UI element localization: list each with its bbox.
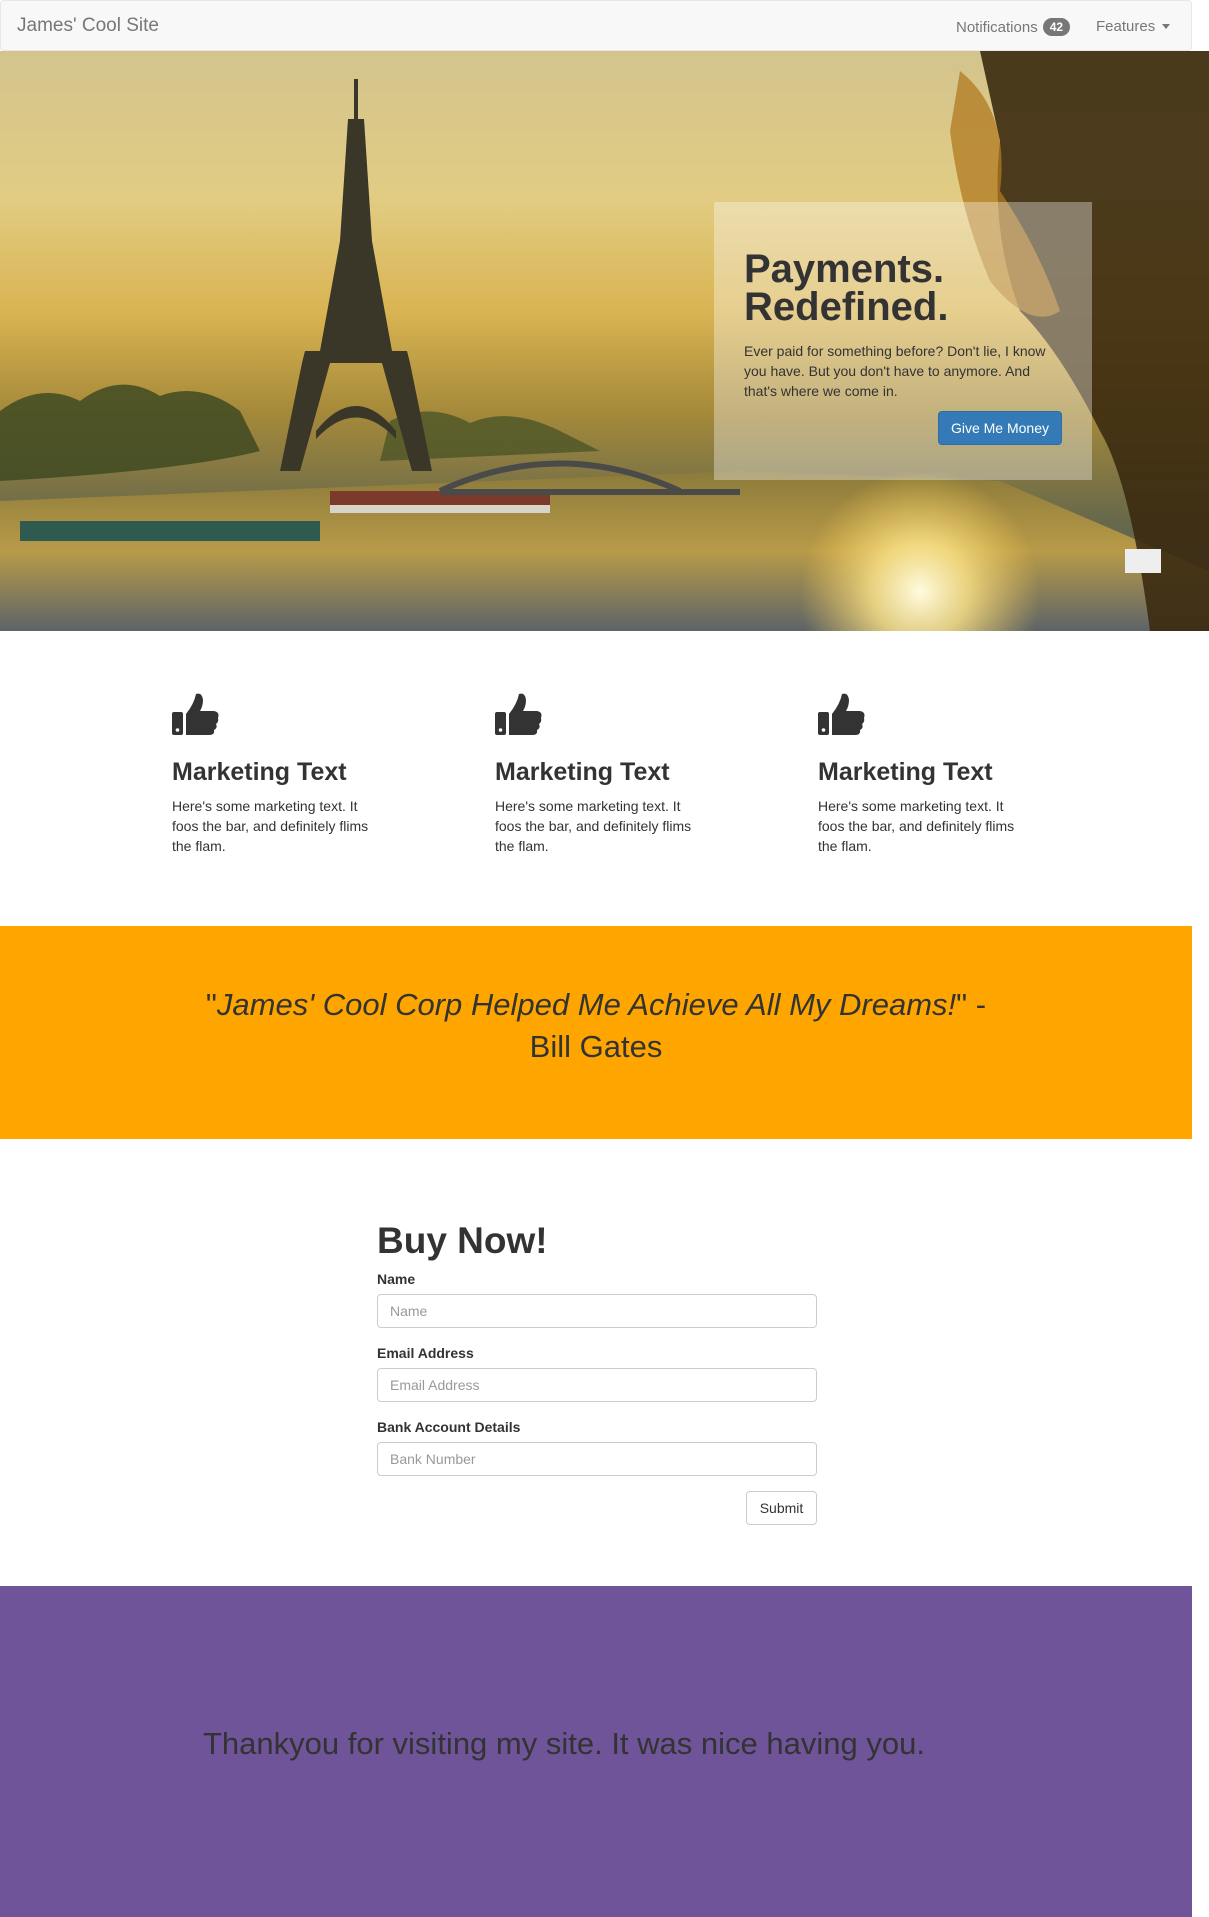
name-label: Name (377, 1271, 416, 1287)
email-input[interactable] (377, 1368, 817, 1402)
nav-features-dropdown[interactable]: Features (1096, 18, 1171, 35)
thumbs-up-icon (495, 693, 542, 735)
hero-title: Payments. Redefined. (744, 247, 949, 329)
bank-account-label: Bank Account Details (377, 1419, 521, 1435)
feature-text: Here's some marketing text. It foos the … (495, 798, 692, 854)
thumbs-up-icon (172, 693, 219, 735)
bank-number-input[interactable] (377, 1442, 817, 1476)
thumbs-up-icon (818, 693, 865, 735)
footer-message: Thankyou for visiting my site. It was ni… (203, 1726, 925, 1761)
hero-card: Payments. Redefined. Ever paid for somet… (714, 202, 1092, 480)
nav-features-label: Features (1096, 18, 1156, 35)
feature-title: Marketing Text (495, 758, 670, 786)
nav-notifications-link[interactable]: Notifications 42 (956, 18, 1071, 36)
site-brand[interactable]: James' Cool Site (17, 15, 159, 37)
feature-text: Here's some marketing text. It foos the … (818, 798, 1015, 854)
nav-notifications-label: Notifications (956, 18, 1038, 36)
feature-title: Marketing Text (172, 758, 347, 786)
hero-text: Ever paid for something before? Don't li… (744, 343, 1046, 399)
email-label: Email Address (377, 1345, 474, 1361)
quote-open-mark: " (205, 987, 217, 1022)
give-me-money-button[interactable]: Give Me Money (938, 411, 1062, 445)
caret-down-icon (1162, 24, 1171, 29)
submit-button[interactable]: Submit (746, 1491, 817, 1525)
navbar: James' Cool Site Notifications 42 Featur… (0, 0, 1192, 51)
feature-title: Marketing Text (818, 758, 993, 786)
footer: Thankyou for visiting my site. It was ni… (0, 1586, 1192, 1917)
feature-text: Here's some marketing text. It foos the … (172, 798, 369, 854)
quote-text: James' Cool Corp Helped Me Achieve All M… (216, 987, 957, 1022)
testimonial-quote: "James' Cool Corp Helped Me Achieve All … (200, 984, 992, 1068)
testimonial-band: "James' Cool Corp Helped Me Achieve All … (0, 926, 1192, 1139)
name-input[interactable] (377, 1294, 817, 1328)
form-title: Buy Now! (377, 1220, 548, 1261)
hero-section: Payments. Redefined. Ever paid for somet… (0, 51, 1209, 631)
notifications-badge: 42 (1042, 18, 1071, 36)
